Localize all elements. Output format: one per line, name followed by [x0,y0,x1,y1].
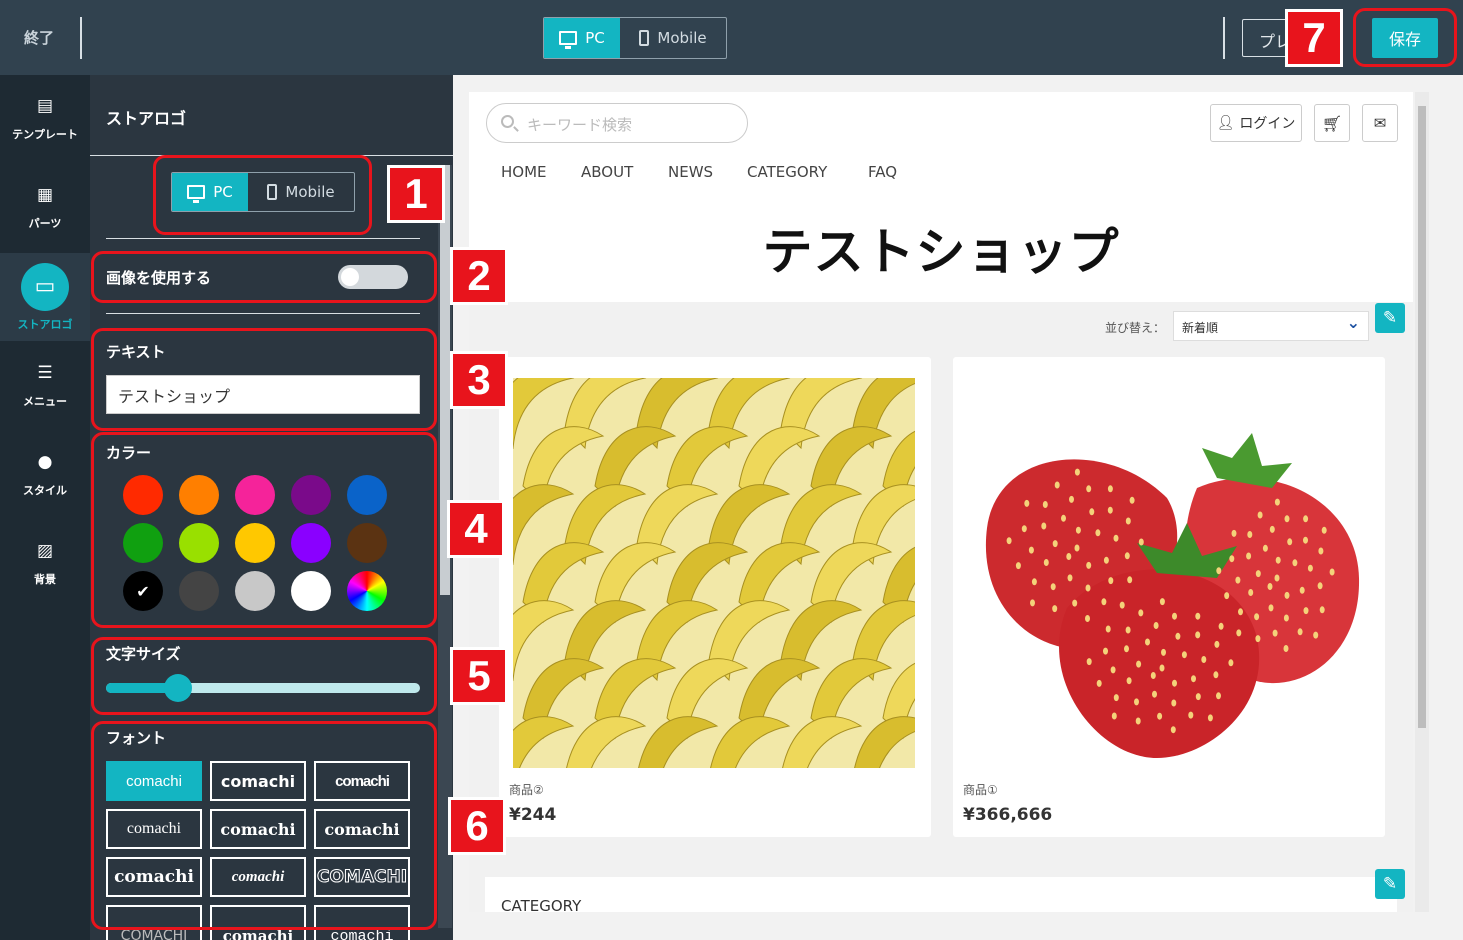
sort-label: 並び替え： [1105,321,1166,335]
top-bar: 終了 PC Mobile プレ 保存 [0,0,1463,75]
left-nav: ▤ テンプレート ▦ パーツ ▭ ストアロゴ ☰ メニュー ● スタイル ▨ 背… [0,75,90,940]
product-card[interactable]: 商品② ¥244 [499,357,931,837]
monitor-icon [559,31,578,49]
login-button[interactable]: 👤︎ ログイン [1210,104,1302,142]
callout-badge-6: 6 [448,797,506,855]
nav-style[interactable]: ● スタイル [0,431,90,519]
callout-box-4 [91,432,437,628]
callout-badge-2: 2 [450,247,508,305]
callout-box-5 [91,637,437,715]
mail-icon: ✉ [1373,114,1387,132]
preview-scrollbar[interactable] [1415,92,1429,912]
divider [106,313,420,314]
callout-badge-3: 3 [450,351,508,409]
callout-badge-7: 7 [1285,9,1343,67]
shop-nav-faq[interactable]: FAQ [868,163,897,181]
menu-list-icon: ☰ [37,363,53,383]
background-icon: ▨ [36,541,54,561]
device-pc-button-top[interactable]: PC [544,18,620,58]
exit-button[interactable]: 終了 [24,27,54,48]
user-icon: 👤︎ [1216,115,1235,131]
template-icon: ▤ [36,96,54,116]
callout-box-2 [91,251,437,303]
parts-icon: ▦ [36,185,54,205]
divider [80,17,82,59]
shop-search-input[interactable]: キーワード検索 [486,103,748,143]
nav-parts[interactable]: ▦ パーツ [0,164,90,252]
product-card[interactable]: 商品① ¥366,666 [953,357,1385,837]
callout-box-3 [91,328,437,431]
divider [106,238,420,239]
mail-button[interactable]: ✉ [1362,104,1398,142]
callout-box-6 [91,721,437,930]
product-price: ¥244 [509,805,557,825]
callout-badge-5: 5 [450,647,508,705]
palette-icon: ● [37,452,53,472]
panel-title: ストアロゴ [106,109,187,128]
product-image-strawberry [967,378,1369,768]
callout-box-1 [153,155,372,235]
shop-nav-home[interactable]: HOME [501,163,547,181]
cart-button[interactable]: 🛒︎ [1314,104,1350,142]
product-image-banana [513,378,915,768]
product-name: 商品② [509,783,544,797]
shop-nav-category[interactable]: CATEGORY [747,163,827,181]
edit-icon[interactable]: ✎ [1375,303,1405,333]
nav-template[interactable]: ▤ テンプレート [0,75,90,163]
divider [1223,17,1225,59]
strawberry-picture [967,378,1369,768]
callout-badge-1: 1 [387,165,445,223]
product-price: ¥366,666 [963,805,1053,825]
phone-icon [639,30,650,46]
device-mobile-button-top[interactable]: Mobile [620,18,726,58]
callout-box-7 [1353,8,1457,67]
shop-logo-text[interactable]: テストショップ [469,212,1413,284]
product-name: 商品① [963,783,998,797]
shop-header: キーワード検索 👤︎ ログイン 🛒︎ ✉ HOME ABOUT NEWS CAT… [469,92,1413,302]
edit-icon[interactable]: ✎ [1375,869,1405,899]
search-icon [501,115,514,128]
nav-store-logo[interactable]: ▭ ストアロゴ [0,253,90,341]
shop-nav-news[interactable]: NEWS [668,163,713,181]
sort-select[interactable]: 新着順 [1173,311,1369,341]
category-title: CATEGORY [501,897,582,912]
banana-picture [513,378,915,768]
store-icon: ▭ [21,262,69,311]
cart-icon: 🛒︎ [1321,113,1343,133]
callout-badge-4: 4 [447,500,505,558]
preview-scrollbar-thumb[interactable] [1418,106,1426,728]
nav-background[interactable]: ▨ 背景 [0,520,90,608]
shop-nav-about[interactable]: ABOUT [581,163,633,181]
category-section: CATEGORY [485,877,1397,912]
device-toggle-top: PC Mobile [543,17,727,59]
nav-menu[interactable]: ☰ メニュー [0,342,90,430]
shop-preview: キーワード検索 👤︎ ログイン 🛒︎ ✉ HOME ABOUT NEWS CAT… [469,92,1413,912]
